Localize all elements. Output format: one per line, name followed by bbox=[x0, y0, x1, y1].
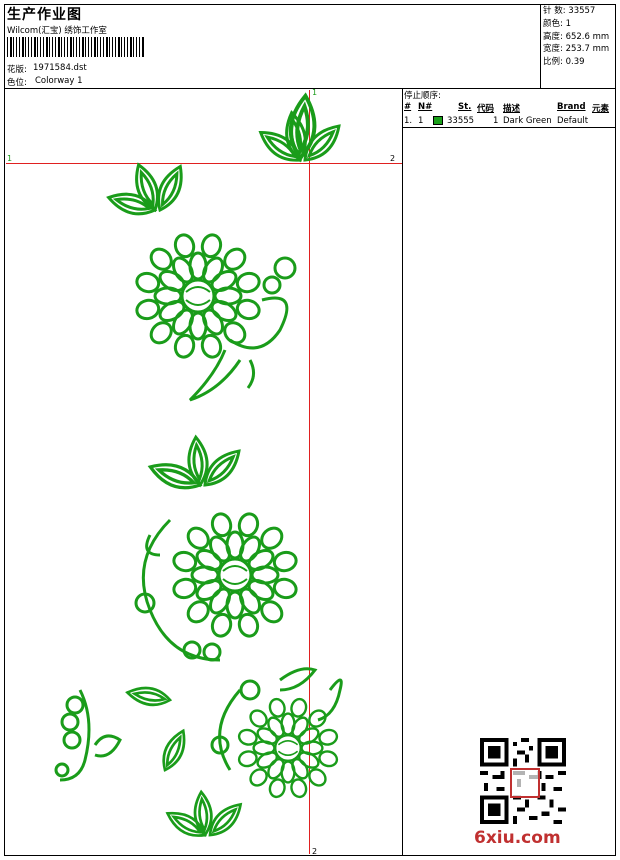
leaf-cluster-top-right bbox=[254, 92, 347, 169]
flower-bottom bbox=[210, 667, 343, 800]
flower-upper bbox=[133, 231, 297, 402]
red-seal-stamp bbox=[510, 768, 540, 798]
leaf-cluster-middle bbox=[145, 434, 247, 496]
flower-lower bbox=[134, 510, 300, 662]
watermark-text: 6xiu.com bbox=[474, 828, 561, 848]
leaf-cluster-top-left bbox=[104, 160, 190, 221]
embroidery-design-preview bbox=[54, 92, 347, 844]
scroll-ornament-left bbox=[54, 689, 122, 782]
